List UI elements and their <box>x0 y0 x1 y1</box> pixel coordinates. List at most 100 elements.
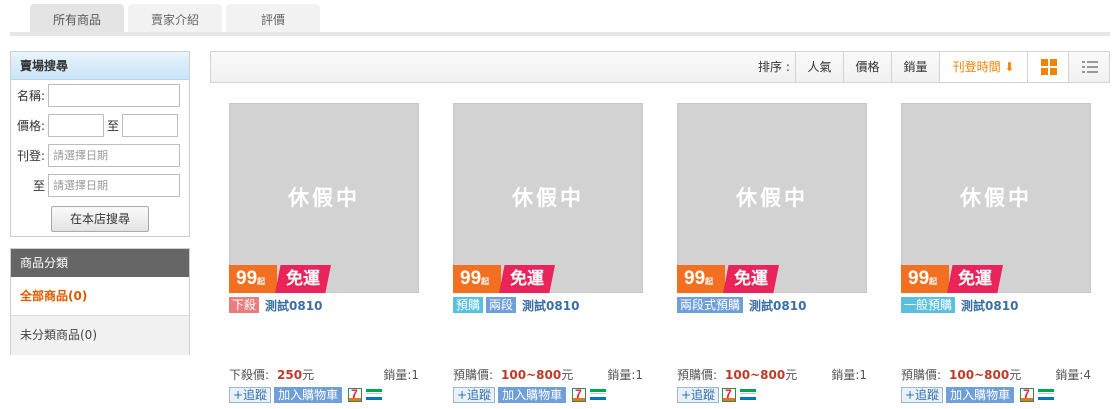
follow-button[interactable]: +追蹤 <box>677 386 720 403</box>
price-value: 100~800 <box>949 368 1010 382</box>
product-tag: 預購 <box>453 297 484 313</box>
family-mart-icon <box>1038 388 1055 402</box>
category-panel: 商品分類 全部商品(0) 未分類商品(0) <box>10 248 190 355</box>
search-name-input[interactable] <box>48 84 180 107</box>
sort-listing-time[interactable]: 刊登時間 ⬇ <box>939 52 1027 82</box>
promo-free-shipping: 免運 <box>499 265 555 293</box>
sort-price[interactable]: 價格 <box>843 52 891 82</box>
price-label: 預購價: <box>901 368 942 382</box>
search-price-row: 價格: 至 <box>11 114 178 137</box>
sort-label: 排序 : <box>758 60 790 74</box>
price-row: 下殺價: 250元 銷量:1 <box>229 366 419 382</box>
search-panel-title: 賣場搜尋 <box>11 52 189 80</box>
price-row: 預購價: 100~800元 銷量:1 <box>453 366 643 382</box>
product-image[interactable]: 休假中 99起 免運 <box>453 103 643 293</box>
product-card[interactable]: 休假中 99起 免運 一般預購 測試0810 預購價: 100~800元 銷量:4… <box>901 103 1091 403</box>
price-unit: 元 <box>785 368 798 382</box>
search-name-label: 名稱: <box>16 89 45 103</box>
store-search-button[interactable]: 在本店搜尋 <box>51 206 149 232</box>
store-tabs: 所有商品 賣家介紹 評價 <box>30 4 324 34</box>
family-mart-icon <box>740 388 757 402</box>
product-tag: 兩段式預購 <box>677 297 744 313</box>
sort-sales[interactable]: 銷量 <box>891 52 939 82</box>
sales-count: 銷量:1 <box>383 368 419 382</box>
add-to-cart-button[interactable]: 加入購物車 <box>946 386 1015 403</box>
product-name[interactable]: 測試0810 <box>749 297 806 314</box>
price-row: 預購價: 100~800元 銷量:4 <box>901 366 1091 382</box>
category-all-products[interactable]: 全部商品(0) <box>11 277 189 316</box>
follow-button[interactable]: +追蹤 <box>229 386 272 403</box>
follow-button[interactable]: +追蹤 <box>901 386 944 403</box>
search-price-label: 價格: <box>16 119 45 133</box>
product-image[interactable]: 休假中 99起 免運 <box>901 103 1091 293</box>
product-card[interactable]: 休假中 99起 免運 預購 兩段 測試0810 預購價: 100~800元 銷量:… <box>453 103 643 403</box>
search-name-row: 名稱: <box>11 84 180 107</box>
free-shipping-badge: 99起 免運 <box>229 265 331 293</box>
tab-reviews[interactable]: 評價 <box>226 4 320 34</box>
category-panel-title: 商品分類 <box>11 249 189 277</box>
vacation-label: 休假中 <box>736 186 808 210</box>
date-start-input[interactable]: 請選擇日期 <box>48 144 180 167</box>
follow-button[interactable]: +追蹤 <box>453 386 496 403</box>
promo-free-shipping: 免運 <box>723 265 779 293</box>
date-end-input[interactable]: 請選擇日期 <box>48 174 180 197</box>
product-tag: 兩段 <box>486 297 517 313</box>
price-value: 100~800 <box>501 368 562 382</box>
product-name[interactable]: 測試0810 <box>522 297 579 314</box>
product-image[interactable]: 休假中 99起 免運 <box>677 103 867 293</box>
sort-bar: 排序 : 人氣 價格 銷量 刊登時間 ⬇ <box>210 51 1110 83</box>
product-card[interactable]: 休假中 99起 免運 下殺 測試0810 下殺價: 250元 銷量:1 +追蹤 加… <box>229 103 419 403</box>
price-label: 預購價: <box>453 368 494 382</box>
search-date-label: 刊登: <box>16 149 45 163</box>
product-card[interactable]: 休假中 99起 免運 兩段式預購 測試0810 預購價: 100~800元 銷量:… <box>677 103 867 403</box>
price-unit: 元 <box>561 368 574 382</box>
sales-count: 銷量:4 <box>1055 368 1091 382</box>
family-mart-icon <box>590 388 607 402</box>
price-to-label: 至 <box>106 119 119 133</box>
seven-eleven-icon <box>1020 387 1035 402</box>
product-actions: +追蹤 加入購物車 <box>901 386 1055 403</box>
free-shipping-badge: 99起 免運 <box>453 265 555 293</box>
product-title-row: 一般預購 測試0810 <box>901 296 1091 314</box>
product-tag: 下殺 <box>229 297 260 313</box>
date-to-label: 至 <box>32 179 45 193</box>
free-shipping-badge: 99起 免運 <box>677 265 779 293</box>
seven-eleven-icon <box>572 387 587 402</box>
promo-amount: 99起 <box>229 265 277 293</box>
price-unit: 元 <box>1009 368 1022 382</box>
price-max-input[interactable] <box>122 114 178 137</box>
product-name[interactable]: 測試0810 <box>961 297 1018 314</box>
price-value: 250 <box>277 368 303 382</box>
seven-eleven-icon <box>722 387 737 402</box>
search-date-row: 刊登: 請選擇日期 <box>11 144 180 167</box>
tab-all-products[interactable]: 所有商品 <box>30 4 124 34</box>
product-title-row: 兩段式預購 測試0810 <box>677 296 867 314</box>
category-uncategorized[interactable]: 未分類商品(0) <box>11 316 189 355</box>
list-view-icon <box>1081 61 1098 73</box>
list-view-button[interactable] <box>1068 52 1110 82</box>
add-to-cart-button[interactable]: 加入購物車 <box>274 386 343 403</box>
price-value: 100~800 <box>725 368 786 382</box>
seven-eleven-icon <box>348 387 363 402</box>
sales-count: 銷量:1 <box>831 368 867 382</box>
price-label: 下殺價: <box>229 368 270 382</box>
price-unit: 元 <box>302 368 315 382</box>
promo-amount: 99起 <box>677 265 725 293</box>
add-to-cart-button[interactable]: 加入購物車 <box>498 386 567 403</box>
family-mart-icon <box>366 388 383 402</box>
grid-view-button[interactable] <box>1027 52 1069 82</box>
grid-view-icon <box>1040 59 1057 75</box>
store-search-panel: 賣場搜尋 名稱: 價格: 至 刊登: 請選擇日期 至 請選擇日期 在本店搜尋 <box>10 51 190 237</box>
search-date-to-row: 至 請選擇日期 <box>11 174 180 197</box>
price-label: 預購價: <box>677 368 718 382</box>
promo-free-shipping: 免運 <box>275 265 331 293</box>
tab-seller-intro[interactable]: 賣家介紹 <box>128 4 222 34</box>
price-min-input[interactable] <box>48 114 104 137</box>
promo-amount: 99起 <box>901 265 949 293</box>
product-tag: 一般預購 <box>901 297 956 313</box>
product-name[interactable]: 測試0810 <box>265 297 322 314</box>
promo-amount: 99起 <box>453 265 501 293</box>
product-image[interactable]: 休假中 99起 免運 <box>229 103 419 293</box>
tab-divider <box>10 32 1110 36</box>
sort-popularity[interactable]: 人氣 <box>795 52 843 82</box>
